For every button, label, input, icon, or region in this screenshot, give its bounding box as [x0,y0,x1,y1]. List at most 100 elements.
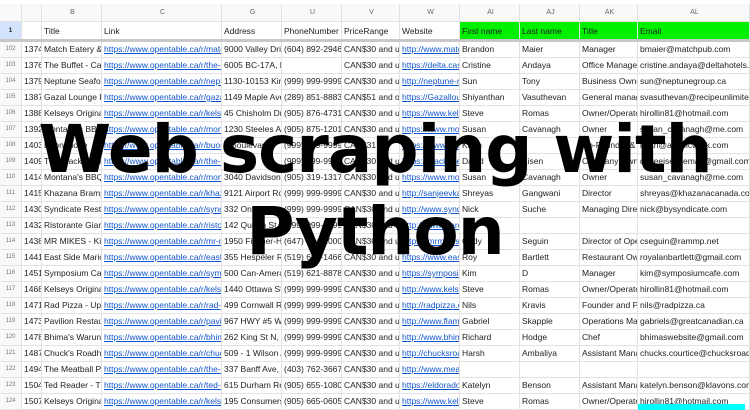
row-number[interactable]: 106 [0,106,22,121]
table-cell[interactable]: Suche [520,202,580,217]
table-cell[interactable]: 500 Can-Amera [222,266,282,281]
link-cell[interactable]: https://www.kelseys [400,394,460,409]
table-cell[interactable]: (999) 999-9999 [282,282,342,297]
table-cell[interactable]: (999) 999-9999 [282,346,342,361]
selected-cell-highlight[interactable] [638,404,745,410]
link-cell[interactable]: http://www.matchpub [400,42,460,57]
table-cell[interactable] [520,362,580,377]
row-number[interactable]: 110 [0,170,22,185]
row-number[interactable]: 109 [0,154,22,169]
header-cell[interactable]: Link [102,22,222,39]
table-cell[interactable]: (999) 999-9999 [282,218,342,233]
table-cell[interactable]: 1438 [22,234,42,249]
link-cell[interactable]: http://www.bhimas [400,330,460,345]
table-cell[interactable]: (604) 892-2946 [282,42,342,57]
table-cell[interactable]: 332 Ontario St [222,202,282,217]
column-letter-a[interactable] [22,4,42,21]
link-cell[interactable]: https://www.opentable.ca/r/the-me [102,362,222,377]
link-cell[interactable]: https://www.eastside [400,250,460,265]
table-cell[interactable]: Cristine [460,58,520,73]
table-cell[interactable]: Benson [520,378,580,393]
table-cell[interactable]: Kim [460,266,520,281]
table-cell[interactable]: CAN$30 and under [342,250,400,265]
table-cell[interactable]: Bhima's Warung [42,330,102,345]
table-cell[interactable]: 1388 [22,106,42,121]
row-number[interactable]: 112 [0,202,22,217]
table-cell[interactable]: 1451 [22,266,42,281]
table-cell[interactable]: CAN$30 and under [342,58,400,73]
link-cell[interactable]: https://www.opentable.ca/r/the-bla [102,154,222,169]
table-cell[interactable]: Office Manager [580,58,638,73]
table-cell[interactable]: Bartlett [520,250,580,265]
table-cell[interactable]: (403) 762-3667 [282,362,342,377]
table-cell[interactable]: Kelseys Original [42,394,102,409]
link-cell[interactable]: https://www.opentable.ca/r/sympos [102,266,222,281]
table-cell[interactable]: Rad Pizza - Updated [42,298,102,313]
table-cell[interactable]: 337 Banff Ave, [222,362,282,377]
column-letter-ai[interactable]: AI [460,4,520,21]
table-cell[interactable]: Match Eatery & Pub [42,42,102,57]
table-cell[interactable]: Richard [460,330,520,345]
column-letter-ak[interactable]: AK [580,4,638,21]
table-cell[interactable] [460,362,520,377]
table-cell[interactable]: (289) 851-8883 [282,90,342,105]
row-number[interactable]: 1 [0,22,22,39]
table-cell[interactable]: (905) 875-1201 [282,122,342,137]
table-cell[interactable]: CAN$30 and under [342,362,400,377]
link-cell[interactable]: http://www.syndicate [400,202,460,217]
table-cell[interactable]: Gabriel [460,314,520,329]
link-cell[interactable]: https://www.opentable.ca/r/kelseys [102,106,222,121]
link-cell[interactable]: http://chucksroadhouse [400,346,460,361]
table-cell[interactable]: 45 Chisholm Dr, [222,106,282,121]
table-cell[interactable]: CAN$30 and under [342,186,400,201]
link-cell[interactable]: https://blacksheep [400,154,460,169]
table-cell[interactable]: 1415 [22,186,42,201]
table-cell[interactable] [222,154,282,169]
table-cell[interactable]: shreyas@khazanacanada.com [638,186,750,201]
table-cell[interactable]: Buonanotte [42,138,102,153]
table-cell[interactable]: Romas [520,394,580,409]
table-cell[interactable]: nils@radpizza.ca [638,298,750,313]
table-cell[interactable]: 1430 [22,202,42,217]
link-cell[interactable]: https://www.montanas [400,170,460,185]
link-cell[interactable]: https://www.opentable.ca/r/gazal-l [102,90,222,105]
table-cell[interactable]: (647) 174-2000 [282,234,342,249]
row-number[interactable]: 104 [0,74,22,89]
table-cell[interactable]: Hodge [520,330,580,345]
table-cell[interactable]: bmaier@matchpub.com [638,42,750,57]
table-cell[interactable]: Romas [520,282,580,297]
table-cell[interactable]: (999) 999-9999 [282,154,342,169]
table-cell[interactable]: 9121 Airport Roa [222,186,282,201]
table-cell[interactable]: Shreyas [460,186,520,201]
table-cell[interactable]: Gangwani [520,186,580,201]
table-cell[interactable]: Ristorante Giardino [42,218,102,233]
table-cell[interactable]: CAN$31 [342,138,400,153]
row-number[interactable]: 118 [0,298,22,313]
table-cell[interactable]: Nils [460,298,520,313]
link-cell[interactable]: https://www.opentable.ca/r/kelseys [102,282,222,297]
table-cell[interactable]: The Black Sheep [42,154,102,169]
link-cell[interactable]: https://www.opentable.ca/r/chucks [102,346,222,361]
row-number[interactable]: 122 [0,362,22,377]
row-number[interactable]: 105 [0,90,22,105]
table-cell[interactable]: CAN$30 and under [342,202,400,217]
table-cell[interactable]: CAN$30 and under [342,282,400,297]
header-cell[interactable] [22,22,42,39]
table-cell[interactable]: Symposium Cafe [42,266,102,281]
table-cell[interactable]: CAN$30 and under [342,106,400,121]
table-cell[interactable]: (905) 655-1080 [282,378,342,393]
table-cell[interactable]: 3040 Davidson C [222,170,282,185]
table-cell[interactable]: Director of Operations [580,234,638,249]
table-cell[interactable]: (999) 999-9999 [282,330,342,345]
table-cell[interactable]: Assistant Manager [580,346,638,361]
link-cell[interactable]: https://www.opentable.ca/r/montar [102,170,222,185]
table-cell[interactable]: 1487 [22,346,42,361]
table-cell[interactable]: svasuthevan@recipeunlimited.com [638,90,750,105]
table-cell[interactable]: CAN$30 and under [342,394,400,409]
table-cell[interactable]: Ambaliya [520,346,580,361]
table-cell[interactable]: cseguin@rammp.net [638,234,750,249]
link-cell[interactable]: https://www.opentable.ca/r/ristorar [102,218,222,233]
table-cell[interactable]: MR MIKES - Kitchener [42,234,102,249]
table-cell[interactable]: Owner [580,122,638,137]
table-cell[interactable] [520,218,580,233]
